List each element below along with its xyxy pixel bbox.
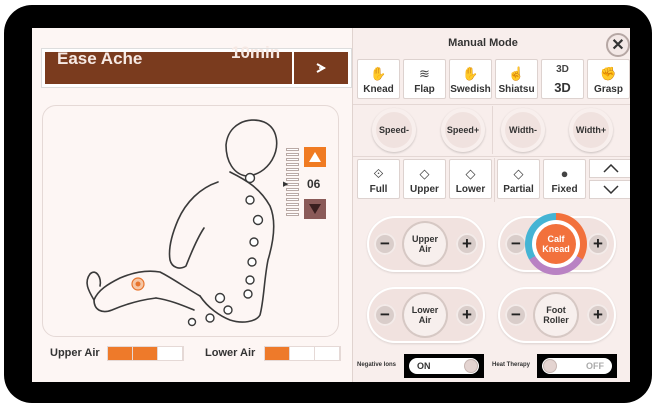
- full-icon: ⟐: [373, 166, 384, 181]
- width-up-button[interactable]: Width+: [569, 108, 613, 152]
- flap-icon: ≋: [419, 66, 430, 81]
- 3d-icon: 3D: [556, 64, 569, 75]
- lower-icon: ◇: [465, 166, 476, 181]
- program-name: Ease Ache: [57, 49, 143, 68]
- program-time: 10min: [231, 43, 281, 62]
- position-upper-button[interactable]: ◇ Upper: [403, 159, 446, 199]
- triangle-up-icon: [309, 152, 321, 162]
- width-down-button[interactable]: Width-: [501, 108, 545, 152]
- toggle-knob: [464, 359, 478, 373]
- level-up-button[interactable]: [304, 147, 326, 167]
- speed-down-button[interactable]: Speed-: [372, 108, 416, 152]
- close-icon: ✕: [611, 37, 625, 54]
- calf-knead-control: − Calf Knead +: [498, 213, 616, 275]
- toggle-knob: [543, 359, 557, 373]
- foot-roller-button[interactable]: Foot Roller: [535, 294, 577, 336]
- technique-swedish-button[interactable]: ✋ Swedish: [449, 59, 492, 99]
- calf-knead-button[interactable]: Calf Knead: [536, 224, 576, 264]
- position-down-button[interactable]: [589, 180, 630, 199]
- lower-air-plus-button[interactable]: +: [456, 304, 478, 326]
- level-value: 06: [307, 177, 321, 191]
- swedish-icon: ✋: [462, 66, 479, 81]
- upper-air-label: Upper Air: [50, 347, 100, 359]
- upper-air-plus-button[interactable]: +: [456, 233, 478, 255]
- divider: [492, 106, 493, 154]
- technique-knead-button[interactable]: ✋ Knead: [357, 59, 400, 99]
- partial-icon: ◇: [513, 166, 524, 181]
- divider: [494, 158, 495, 202]
- screen: Ease Ache 10min ▶ 06 Upper Air Lower Air…: [32, 28, 630, 382]
- play-pause-icon: [316, 63, 327, 73]
- heat-therapy-state: OFF: [586, 361, 604, 371]
- negative-ions-toggle[interactable]: ON: [404, 354, 484, 378]
- position-up-button[interactable]: [589, 159, 630, 178]
- grasp-icon: ✊: [600, 66, 617, 81]
- foot-roller-plus-button[interactable]: +: [587, 304, 609, 326]
- upper-air-minus-button[interactable]: −: [374, 233, 396, 255]
- position-partial-button[interactable]: ◇ Partial: [497, 159, 540, 199]
- position-lower-button[interactable]: ◇ Lower: [449, 159, 492, 199]
- technique-grasp-button[interactable]: ✊ Grasp: [587, 59, 630, 99]
- upper-air-control: − Upper Air +: [367, 216, 485, 272]
- negative-ions-label: Negative Ions: [357, 362, 397, 368]
- lower-air-button[interactable]: Lower Air: [404, 294, 446, 336]
- lower-air-minus-button[interactable]: −: [374, 304, 396, 326]
- calf-heat-icon: [131, 277, 145, 291]
- foot-roller-control: − Foot Roller +: [498, 287, 616, 343]
- negative-ions-state: ON: [417, 361, 431, 371]
- upper-air-button[interactable]: Upper Air: [404, 223, 446, 265]
- calf-knead-minus-button[interactable]: −: [505, 233, 527, 255]
- divider: [353, 104, 630, 105]
- calf-knead-plus-button[interactable]: +: [587, 233, 609, 255]
- speed-up-button[interactable]: Speed+: [441, 108, 485, 152]
- upper-air-meter: [107, 346, 184, 361]
- chevron-up-icon: [602, 164, 619, 173]
- triangle-down-icon: [309, 204, 321, 214]
- fixed-icon: ●: [560, 166, 569, 181]
- position-fixed-button[interactable]: ● Fixed: [543, 159, 586, 199]
- upper-icon: ◇: [419, 166, 430, 181]
- shiatsu-icon: ☝: [508, 66, 525, 81]
- lower-air-label: Lower Air: [205, 347, 256, 359]
- heat-therapy-toggle[interactable]: OFF: [537, 354, 617, 378]
- lower-air-meter: [264, 346, 341, 361]
- knead-icon: ✋: [370, 66, 387, 81]
- technique-3d-button[interactable]: 3D 3D: [541, 59, 584, 99]
- manual-mode-title: Manual Mode: [448, 37, 518, 49]
- level-down-button[interactable]: [304, 199, 326, 219]
- technique-shiatsu-button[interactable]: ☝ Shiatsu: [495, 59, 538, 99]
- manual-mode-panel: Manual Mode ✕ ✋ Knead ≋ Flap ✋ Swedish ☝…: [352, 28, 630, 382]
- heat-therapy-label: Heat Therapy: [492, 362, 531, 368]
- body-map-figure: [86, 119, 278, 327]
- level-pointer-icon: ▶: [283, 181, 289, 188]
- foot-roller-minus-button[interactable]: −: [505, 304, 527, 326]
- close-button[interactable]: ✕: [606, 33, 630, 57]
- program-bar[interactable]: Ease Ache 10min: [42, 43, 351, 87]
- left-panel: Ease Ache 10min ▶ 06 Upper Air Lower Air: [32, 28, 352, 382]
- divider: [353, 156, 630, 157]
- lower-air-control: − Lower Air +: [367, 287, 485, 343]
- program-toggle-button[interactable]: [292, 52, 348, 84]
- chevron-down-icon: [602, 185, 619, 194]
- position-full-button[interactable]: ⟐ Full: [357, 159, 400, 199]
- technique-flap-button[interactable]: ≋ Flap: [403, 59, 446, 99]
